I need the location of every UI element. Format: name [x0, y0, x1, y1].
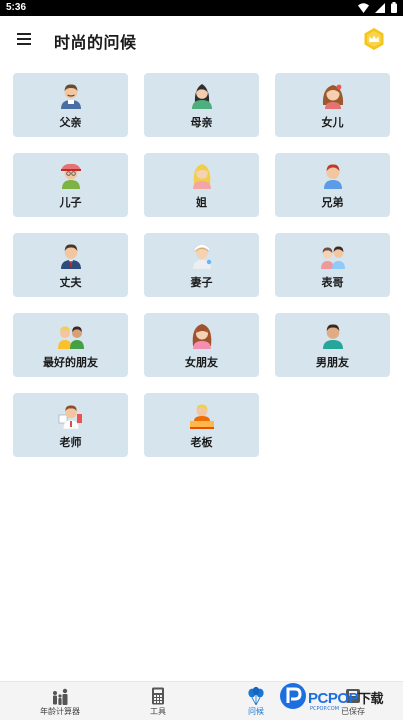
card-label: 女朋友 — [185, 356, 218, 369]
card-girlfriend[interactable]: 女朋友 — [144, 313, 259, 377]
app-bar: 时尚的问候 — [0, 16, 403, 62]
card-label: 老师 — [59, 436, 82, 449]
card-cousin[interactable]: 表哥 — [275, 233, 390, 297]
nav-label: 工具 — [150, 707, 166, 716]
mother-avatar-icon — [191, 84, 212, 109]
nav-label: 年龄计算器 — [40, 707, 80, 716]
card-label: 女儿 — [321, 116, 344, 129]
nav-age-calculator[interactable]: 年龄计算器 — [10, 682, 110, 720]
card-father[interactable]: 父亲 — [13, 73, 128, 137]
card-daughter[interactable]: 女儿 — [275, 73, 390, 137]
premium-crown-icon[interactable] — [362, 27, 386, 51]
balloons-icon — [248, 687, 264, 705]
card-husband[interactable]: 丈夫 — [13, 233, 128, 297]
battery-icon — [391, 2, 397, 13]
status-bar: 5:36 — [0, 0, 403, 16]
card-sister[interactable]: 姐 — [144, 153, 259, 217]
watermark-text: PCPOP下载 — [308, 688, 384, 707]
card-label: 儿子 — [59, 196, 82, 209]
watermark-cn: 下载 — [358, 691, 384, 706]
boyfriend-avatar-icon — [322, 324, 343, 349]
page-title: 时尚的问候 — [54, 33, 137, 52]
boss-avatar-icon — [189, 404, 214, 429]
card-mother[interactable]: 母亲 — [144, 73, 259, 137]
girlfriend-avatar-icon — [192, 324, 211, 349]
card-teacher[interactable]: 老师 — [13, 393, 128, 457]
card-best-friend[interactable]: 最好的朋友 — [13, 313, 128, 377]
card-boss[interactable]: 老板 — [144, 393, 259, 457]
card-wife[interactable]: 妻子 — [144, 233, 259, 297]
card-boyfriend[interactable]: 男朋友 — [275, 313, 390, 377]
greeting-category-grid: 父亲 母亲 女儿 儿子 姐 兄弟 丈夫 妻子 表哥 最好的朋友 女朋友 男朋友 … — [13, 73, 391, 457]
watermark-brand: PCPOP — [308, 690, 359, 707]
card-label: 表哥 — [321, 276, 344, 289]
card-label: 男朋友 — [316, 356, 349, 369]
watermark-sub: PCPOP.COM — [310, 706, 340, 712]
menu-icon[interactable] — [14, 29, 36, 49]
card-label: 妻子 — [190, 276, 213, 289]
nav-tools[interactable]: 工具 — [108, 682, 208, 720]
wife-avatar-icon — [192, 244, 211, 269]
card-son[interactable]: 儿子 — [13, 153, 128, 217]
teacher-avatar-icon — [58, 405, 82, 429]
status-time: 5:36 — [6, 2, 27, 13]
father-avatar-icon — [60, 84, 81, 109]
best-friends-avatar-icon — [57, 326, 84, 349]
card-label: 老板 — [190, 436, 213, 449]
husband-avatar-icon — [60, 244, 81, 269]
cousins-avatar-icon — [320, 246, 345, 269]
card-label: 父亲 — [59, 116, 82, 129]
wifi-icon — [358, 2, 369, 13]
family-icon — [53, 688, 68, 705]
card-brother[interactable]: 兄弟 — [275, 153, 390, 217]
card-label: 兄弟 — [321, 196, 344, 209]
card-label: 姐 — [196, 196, 207, 209]
son-avatar-icon — [60, 163, 81, 189]
signal-icon — [375, 2, 385, 13]
card-label: 母亲 — [190, 116, 213, 129]
watermark-logo: PCPOP下载 PCPOP.COM — [278, 682, 402, 720]
daughter-avatar-icon — [322, 84, 343, 109]
brother-avatar-icon — [323, 164, 342, 189]
calculator-icon — [152, 687, 164, 705]
sister-avatar-icon — [192, 164, 211, 189]
card-label: 最好的朋友 — [43, 356, 98, 369]
watermark-badge-icon — [280, 683, 306, 709]
card-label: 丈夫 — [59, 276, 82, 289]
